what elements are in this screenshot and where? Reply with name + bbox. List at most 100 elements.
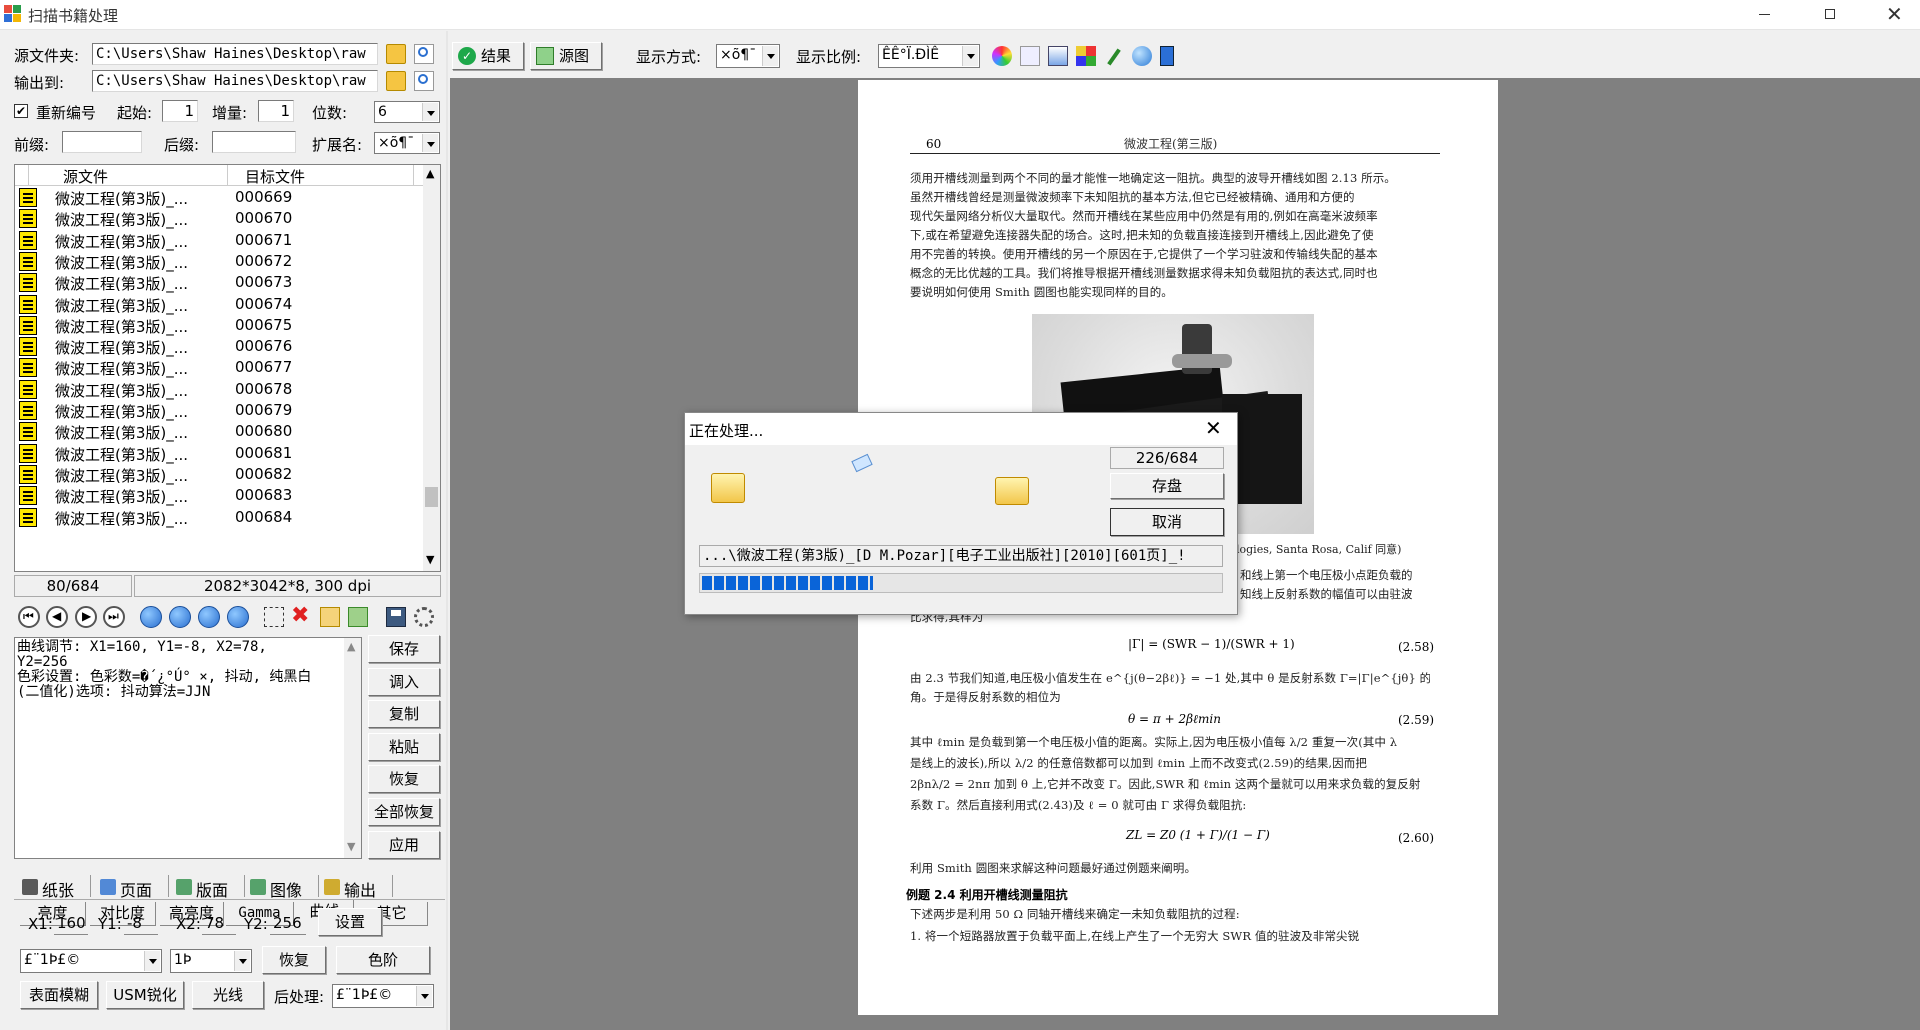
export-icon[interactable] (348, 607, 368, 627)
settings-icon[interactable] (414, 607, 434, 627)
move-down-icon[interactable] (198, 606, 220, 628)
source-file-cell: 微波工程(第3版)_... (55, 296, 189, 315)
next-icon[interactable]: ▶ (75, 606, 97, 628)
select-icon[interactable] (264, 607, 284, 627)
search-icon[interactable] (414, 71, 434, 91)
table-row[interactable]: 微波工程(第3版)_... 000669 (15, 187, 423, 208)
table-row[interactable]: 微波工程(第3版)_... 000683 (15, 485, 423, 506)
cancel-button[interactable]: 取消 (1110, 508, 1224, 536)
tab-paper[interactable]: 纸张 (22, 875, 96, 901)
table-row[interactable]: 微波工程(第3版)_... 000678 (15, 379, 423, 400)
progress-fill (702, 576, 873, 590)
last-icon[interactable]: ⏭ (103, 606, 125, 628)
x2-input[interactable]: 78 (202, 913, 236, 935)
save-icon[interactable] (386, 607, 406, 627)
table-row[interactable]: 微波工程(第3版)_... 000673 (15, 272, 423, 293)
surface-blur-button[interactable]: 表面模糊 (20, 981, 98, 1009)
table-row[interactable]: 微波工程(第3版)_... 000675 (15, 315, 423, 336)
usm-sharpen-button[interactable]: USM锐化 (106, 981, 184, 1009)
display-scale-select[interactable]: ÊÊ°Ï.ÐÌÊ (878, 44, 980, 68)
color-wheel-icon[interactable] (992, 46, 1012, 66)
tab-layout[interactable]: 版面 (176, 875, 250, 901)
move-up-icon[interactable] (169, 606, 191, 628)
scrollbar[interactable]: ▲ ▼ (423, 165, 440, 571)
y2-label: Y2: (244, 915, 268, 933)
wand-icon[interactable] (1104, 46, 1124, 66)
search-icon[interactable] (414, 44, 434, 64)
load-button[interactable]: 调入 (368, 667, 440, 696)
minimize-button[interactable] (1742, 0, 1788, 30)
column-header-source[interactable]: 源文件 (63, 166, 108, 187)
table-row[interactable]: 微波工程(第3版)_... 000684 (15, 507, 423, 528)
source-file-cell: 微波工程(第3版)_... (55, 424, 189, 443)
close-button[interactable]: ✕ (1866, 0, 1920, 30)
digits-select[interactable]: 6 (374, 101, 440, 123)
table-row[interactable]: 微波工程(第3版)_... 000679 (15, 400, 423, 421)
target-file-cell: 000675 (235, 315, 293, 334)
lighting-button[interactable]: 光线 (192, 981, 264, 1009)
source-path-input[interactable]: C:\Users\Shaw Haines\Desktop\raw (92, 43, 378, 65)
table-row[interactable]: 微波工程(第3版)_... 000677 (15, 357, 423, 378)
restore-effect-button[interactable]: 恢复 (262, 946, 326, 974)
suffix-input[interactable] (212, 131, 296, 153)
ext-select[interactable]: ×õ¶¯ (374, 132, 440, 154)
table-row[interactable]: 微波工程(第3版)_... 000680 (15, 421, 423, 442)
level-select[interactable]: 1Þ (170, 949, 252, 973)
table-row[interactable]: 微波工程(第3版)_... 000674 (15, 294, 423, 315)
post-process-select[interactable]: £¨1Þ£© (332, 984, 434, 1008)
save-disk-button[interactable]: 存盘 (1110, 473, 1224, 499)
help-book-icon[interactable] (1160, 46, 1174, 66)
palette-icon[interactable] (1076, 46, 1096, 66)
tab-image[interactable]: 图像 (250, 875, 324, 901)
restore-button[interactable]: 恢复 (368, 765, 440, 794)
levels-button[interactable]: 色阶 (336, 946, 430, 974)
tab-page[interactable]: 页面 (100, 875, 174, 901)
x1-input[interactable]: 160 (54, 913, 88, 935)
open-folder-icon[interactable] (386, 44, 406, 64)
globe-icon[interactable] (1132, 46, 1152, 66)
dialog-close-icon[interactable]: ✕ (1205, 416, 1222, 440)
tab-output[interactable]: 输出 (324, 875, 398, 901)
rotate-left-icon[interactable] (140, 606, 162, 628)
step-input[interactable]: 1 (258, 100, 294, 122)
table-row[interactable]: 微波工程(第3版)_... 000671 (15, 230, 423, 251)
y1-input[interactable]: -8 (124, 913, 158, 935)
histogram-icon[interactable] (1048, 46, 1068, 66)
x2-label: X2: (176, 915, 201, 933)
scrollbar-thumb[interactable] (425, 487, 438, 507)
output-path-input[interactable]: C:\Users\Shaw Haines\Desktop\raw (92, 70, 378, 92)
file-list[interactable]: 源文件 目标文件 微波工程(第3版)_... 000669 微波工程(第3版)_..… (14, 164, 441, 572)
copy-icon[interactable] (320, 607, 340, 627)
column-header-target[interactable]: 目标文件 (245, 166, 305, 187)
zoom-icon[interactable] (1020, 46, 1040, 66)
display-mode-select[interactable]: ×õ¶¯ (716, 44, 780, 68)
delete-icon[interactable]: ✖ (291, 603, 309, 628)
y2-input[interactable]: 256 (270, 913, 306, 935)
source-file-cell: 微波工程(第3版)_... (55, 253, 189, 272)
log-textarea[interactable]: 曲线调节: X1=160, Y1=-8, X2=78, Y2=256 色彩设置:… (14, 637, 362, 859)
restore-button[interactable] (1806, 0, 1852, 30)
table-row[interactable]: 微波工程(第3版)_... 000681 (15, 443, 423, 464)
result-button[interactable]: ✓ 结果 (452, 42, 524, 70)
start-input[interactable]: 1 (162, 100, 198, 122)
apply-button[interactable]: 应用 (368, 830, 440, 859)
rotate-right-icon[interactable] (227, 606, 249, 628)
open-folder-icon[interactable] (386, 71, 406, 91)
table-row[interactable]: 微波工程(第3版)_... 000682 (15, 464, 423, 485)
paste-button[interactable]: 粘贴 (368, 732, 440, 761)
log-scrollbar[interactable]: ▲ ▼ (344, 638, 361, 858)
effect-select[interactable]: £¨1Þ£© (20, 949, 162, 973)
renumber-checkbox[interactable]: ✔ (14, 104, 28, 118)
source-image-button[interactable]: 源图 (530, 42, 602, 70)
prev-icon[interactable]: ◀ (46, 606, 68, 628)
save-button[interactable]: 保存 (368, 635, 440, 663)
page-line: 角。于是得反射系数的相位为 (910, 690, 1061, 704)
curve-set-button[interactable]: 设置 (318, 908, 382, 936)
first-icon[interactable]: ⏮ (18, 606, 40, 628)
copy-button[interactable]: 复制 (368, 700, 440, 729)
table-row[interactable]: 微波工程(第3版)_... 000670 (15, 208, 423, 229)
restore-all-button[interactable]: 全部恢复 (368, 798, 440, 826)
table-row[interactable]: 微波工程(第3版)_... 000672 (15, 251, 423, 272)
table-row[interactable]: 微波工程(第3版)_... 000676 (15, 336, 423, 357)
prefix-input[interactable] (62, 131, 142, 153)
